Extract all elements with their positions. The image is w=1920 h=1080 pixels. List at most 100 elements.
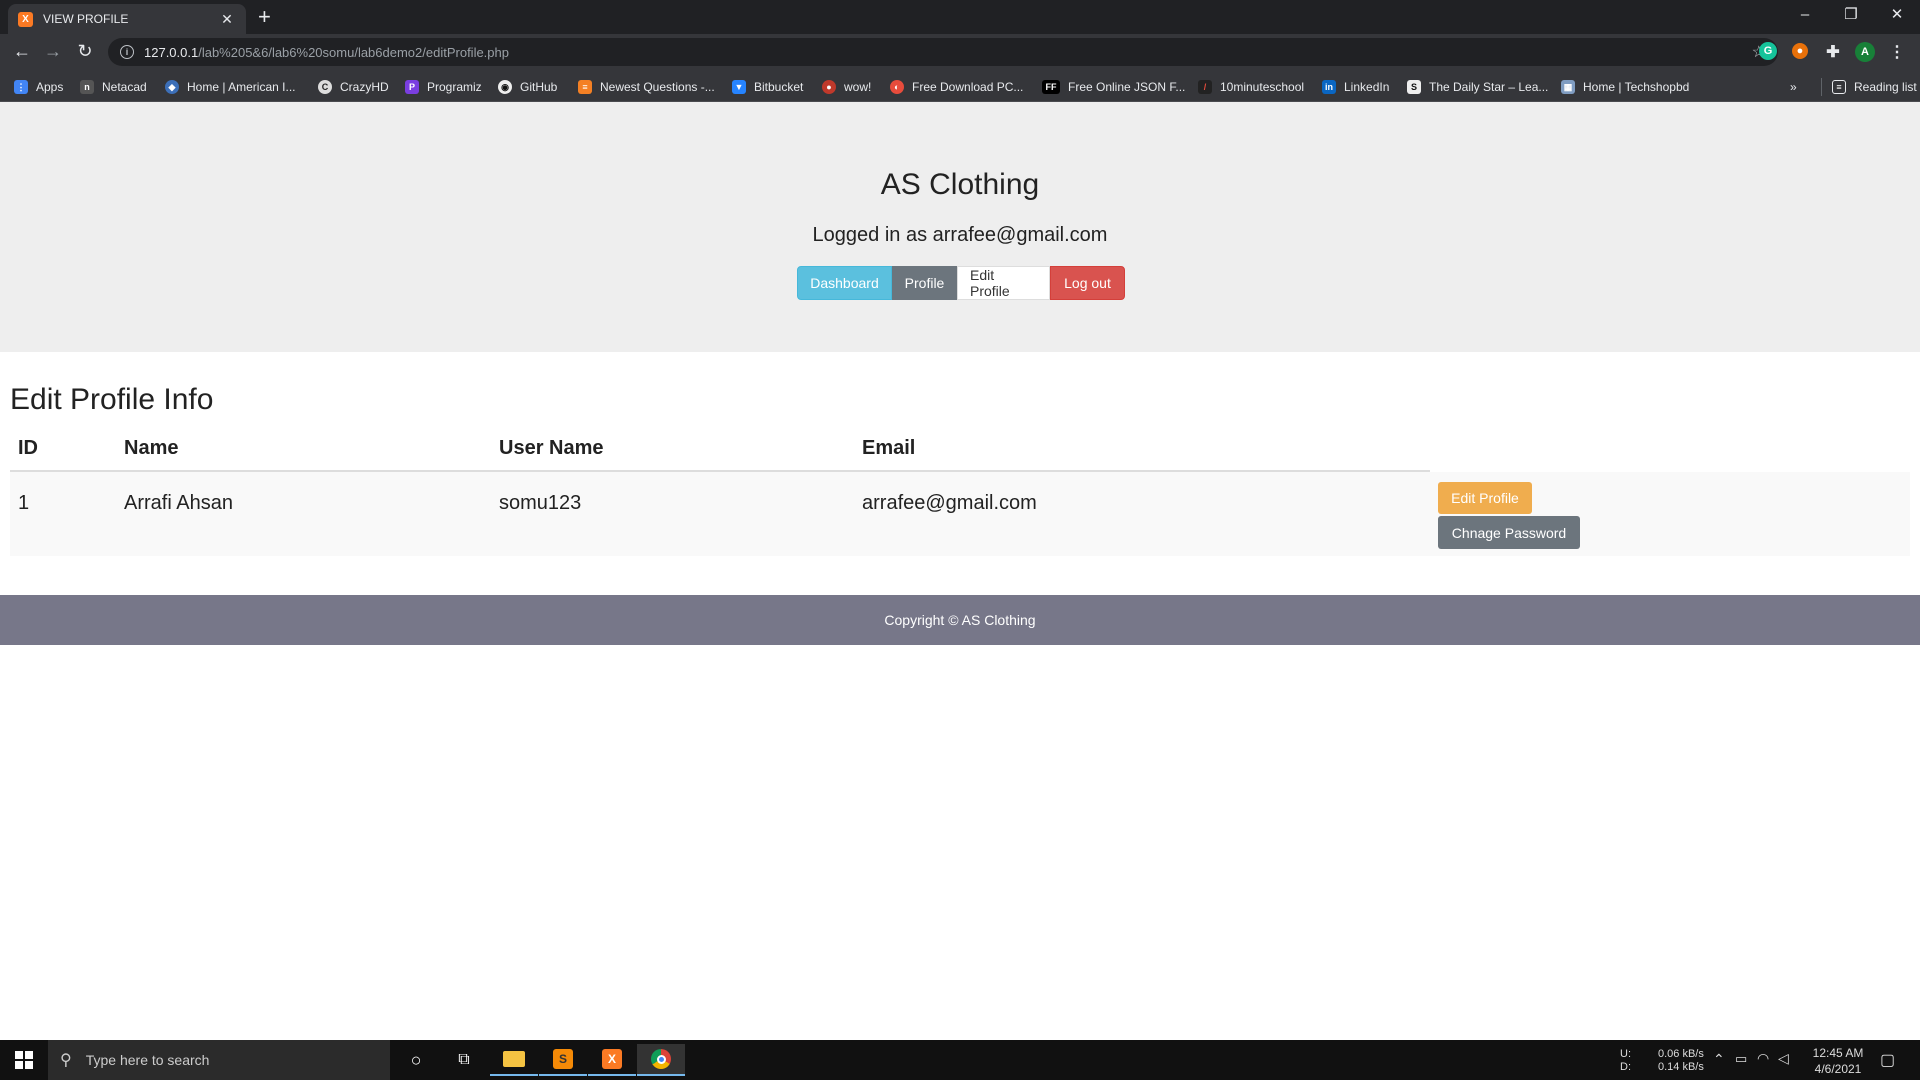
bookmark-wow[interactable]: ● wow! xyxy=(822,78,871,96)
browser-toolbar: ← → ↻ i 127.0.0.1 /lab%205&6/lab6%20somu… xyxy=(0,34,1920,70)
reading-list[interactable]: ≡ Reading list xyxy=(1821,78,1917,96)
change-password-button[interactable]: Chnage Password xyxy=(1438,516,1580,549)
shield-icon: ◆ xyxy=(165,80,179,94)
bookmark-freedownload[interactable]: ◐ Free Download PC... xyxy=(890,78,1023,96)
wow-icon: ● xyxy=(822,80,836,94)
close-window-icon[interactable]: ✕ xyxy=(1874,3,1920,27)
bookmark-label: Apps xyxy=(36,80,64,94)
address-bar[interactable]: i 127.0.0.1 /lab%205&6/lab6%20somu/lab6d… xyxy=(108,38,1778,66)
edit-profile-nav-button[interactable]: Edit Profile xyxy=(957,266,1050,300)
bookmark-american[interactable]: ◆ Home | American I... xyxy=(165,78,296,96)
bookmark-label: Netacad xyxy=(102,80,147,94)
github-icon: ◉ xyxy=(498,80,512,94)
logout-button[interactable]: Log out xyxy=(1050,266,1125,300)
extensions-puzzle-icon[interactable]: ✚ xyxy=(1823,42,1843,62)
browser-tab[interactable]: X VIEW PROFILE ✕ xyxy=(8,4,246,34)
reload-icon[interactable]: ↻ xyxy=(73,40,97,62)
bookmark-label: GitHub xyxy=(520,80,558,94)
tenminuteschool-icon: / xyxy=(1198,80,1212,94)
cell-email: arrafee@gmail.com xyxy=(862,492,1037,514)
table-header: ID Name User Name Email xyxy=(10,426,1430,472)
net-up-speed: 0.06 kB/s xyxy=(1658,1048,1704,1060)
bookmark-programiz[interactable]: P Programiz xyxy=(405,78,482,96)
bookmark-label: Free Download PC... xyxy=(912,80,1024,94)
minimize-icon[interactable]: – xyxy=(1782,3,1828,27)
dailystar-icon: S xyxy=(1407,80,1421,94)
clock-date[interactable]: 4/6/2021 xyxy=(1808,1062,1868,1076)
netacad-icon: n xyxy=(80,80,94,94)
net-down-speed: 0.14 kB/s xyxy=(1658,1061,1704,1073)
bitbucket-icon: ▼ xyxy=(732,80,746,94)
notification-icon[interactable]: ▢ xyxy=(1880,1050,1895,1070)
taskbar-search-box[interactable]: ⚲ Type here to search xyxy=(48,1040,390,1080)
techshopbd-icon: ▦ xyxy=(1561,80,1575,94)
bookmark-label: Home | Techshopbd xyxy=(1583,80,1690,94)
bookmark-label: LinkedIn xyxy=(1344,80,1390,94)
cell-name: Arrafi Ahsan xyxy=(124,492,233,514)
bookmark-apps[interactable]: ⋮ Apps xyxy=(14,78,63,96)
bookmark-label: The Daily Star – Lea... xyxy=(1429,80,1549,94)
bookmark-label: CrazyHD xyxy=(340,80,389,94)
linkedin-icon: in xyxy=(1322,80,1336,94)
bookmark-netacad[interactable]: n Netacad xyxy=(80,78,147,96)
programiz-icon: P xyxy=(405,80,419,94)
logged-in-text: Logged in as arrafee@gmail.com xyxy=(812,224,1108,246)
bookmark-label: 10minuteschool xyxy=(1220,80,1305,94)
restore-icon[interactable]: ❐ xyxy=(1828,3,1874,27)
reading-list-label: Reading list xyxy=(1854,80,1917,94)
battery-icon[interactable]: ▭ xyxy=(1735,1051,1747,1067)
bookmark-dailystar[interactable]: S The Daily Star – Lea... xyxy=(1407,78,1548,96)
bookmark-10minuteschool[interactable]: / 10minuteschool xyxy=(1198,78,1304,96)
bookmark-linkedin[interactable]: in LinkedIn xyxy=(1322,78,1389,96)
extension-icon[interactable]: ● xyxy=(1792,43,1808,59)
windows-taskbar: ⚲ Type here to search ○ ⧉ S X U: D: 0.06… xyxy=(0,1040,1920,1080)
file-explorer-icon[interactable] xyxy=(490,1044,538,1076)
more-bookmarks-icon[interactable]: » xyxy=(1790,78,1797,96)
bookmark-crazyhd[interactable]: C CrazyHD xyxy=(318,78,389,96)
bookmark-bitbucket[interactable]: ▼ Bitbucket xyxy=(732,78,803,96)
bookmark-techshopbd[interactable]: ▦ Home | Techshopbd xyxy=(1561,78,1689,96)
column-header-email: Email xyxy=(862,437,916,459)
bookmark-label: wow! xyxy=(844,80,872,94)
column-header-name: Name xyxy=(124,437,179,459)
grammarly-icon[interactable]: G xyxy=(1759,42,1777,60)
clock-time[interactable]: 12:45 AM xyxy=(1808,1046,1868,1060)
chrome-icon[interactable] xyxy=(637,1044,685,1076)
download-icon: ◐ xyxy=(890,80,904,94)
profile-button[interactable]: Profile xyxy=(892,266,957,300)
browser-titlebar: X VIEW PROFILE ✕ + – ❐ ✕ xyxy=(0,0,1920,34)
profile-avatar[interactable]: A xyxy=(1855,42,1875,62)
new-tab-icon[interactable]: + xyxy=(258,6,271,28)
windows-start-icon[interactable] xyxy=(0,1040,48,1080)
forward-icon[interactable]: → xyxy=(41,40,65,62)
cell-username: somu123 xyxy=(499,492,582,514)
bookmark-label: Programiz xyxy=(427,80,482,94)
bookmark-stackoverflow[interactable]: ≡ Newest Questions -... xyxy=(578,78,715,96)
volume-icon[interactable]: ◁ xyxy=(1778,1050,1789,1067)
json-formatter-icon: FF xyxy=(1042,80,1060,94)
jumbotron-header: AS Clothing Logged in as arrafee@gmail.c… xyxy=(0,102,1920,352)
bookmark-json[interactable]: FF Free Online JSON F... xyxy=(1042,78,1185,96)
table-row: 1 Arrafi Ahsan somu123 arrafee@gmail.com… xyxy=(10,472,1910,556)
menu-kebab-icon[interactable]: ⋮ xyxy=(1887,42,1907,62)
apps-grid-icon: ⋮ xyxy=(14,80,28,94)
task-view-icon[interactable]: ⧉ xyxy=(440,1044,488,1076)
chevron-up-icon[interactable]: ⌃ xyxy=(1713,1051,1725,1068)
wifi-icon[interactable]: ◠ xyxy=(1757,1050,1769,1067)
net-down-label: D: xyxy=(1620,1061,1631,1073)
close-tab-icon[interactable]: ✕ xyxy=(218,11,236,28)
bookmarks-bar: ⋮ Apps n Netacad ◆ Home | American I... C Cr… xyxy=(0,70,1920,102)
bookmark-github[interactable]: ◉ GitHub xyxy=(498,78,557,96)
column-header-id: ID xyxy=(18,437,38,459)
edit-profile-button[interactable]: Edit Profile xyxy=(1438,482,1532,514)
xampp-icon[interactable]: X xyxy=(588,1044,636,1076)
sublime-text-icon[interactable]: S xyxy=(539,1044,587,1076)
site-title: AS Clothing xyxy=(880,168,1040,201)
copyright-text: Copyright © AS Clothing xyxy=(884,612,1036,628)
info-icon[interactable]: i xyxy=(120,45,134,59)
cortana-icon[interactable]: ○ xyxy=(392,1044,440,1076)
web-page: AS Clothing Logged in as arrafee@gmail.c… xyxy=(0,102,1920,1040)
xampp-favicon-icon: X xyxy=(18,11,33,27)
dashboard-button[interactable]: Dashboard xyxy=(797,266,892,300)
back-icon[interactable]: ← xyxy=(10,40,34,62)
